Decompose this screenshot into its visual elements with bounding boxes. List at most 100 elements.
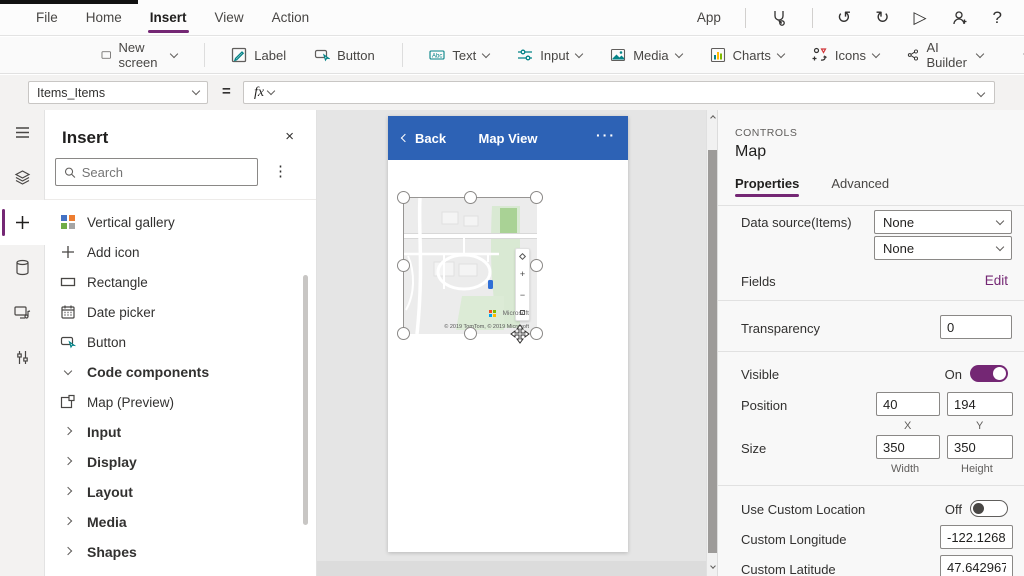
screen-menu-dots-icon[interactable]: ··· — [596, 127, 616, 143]
media-menu[interactable]: Media — [601, 42, 690, 68]
calendar-icon — [59, 303, 77, 321]
search-icon — [64, 166, 76, 179]
menu-home[interactable]: Home — [86, 0, 122, 35]
app-scope-label[interactable]: App — [697, 10, 721, 25]
icons-menu[interactable]: Icons — [803, 42, 888, 68]
data-source-dropdown-1[interactable]: None — [874, 210, 1012, 234]
category-label: Code components — [87, 364, 209, 380]
insert-category-layout[interactable]: Layout — [45, 477, 316, 507]
item-label: Vertical gallery — [87, 215, 175, 230]
button-button[interactable]: Button — [305, 42, 384, 68]
insert-rail-icon[interactable] — [0, 200, 45, 245]
data-source-dropdown-2[interactable]: None — [874, 236, 1012, 260]
divider — [718, 300, 1024, 301]
chevron-down-icon — [996, 242, 1004, 250]
formula-expand-chevron-icon[interactable] — [977, 88, 985, 96]
redo-icon[interactable]: ↻ — [875, 9, 889, 26]
properties-panel: CONTROLS Map Properties Advanced Data so… — [717, 110, 1024, 576]
insert-category-media[interactable]: Media — [45, 507, 316, 537]
charts-menu[interactable]: Charts — [701, 42, 793, 68]
play-preview-icon[interactable]: ▷ — [913, 9, 926, 26]
tab-advanced[interactable]: Advanced — [831, 176, 889, 197]
resize-handle-w[interactable] — [397, 259, 410, 272]
search-input[interactable] — [82, 165, 249, 180]
insert-item-vertical-gallery[interactable]: Vertical gallery — [45, 207, 316, 237]
label-button[interactable]: Label — [222, 42, 295, 68]
close-icon[interactable]: × — [285, 128, 294, 145]
menu-view[interactable]: View — [215, 0, 244, 35]
insert-category-shapes[interactable]: Shapes — [45, 537, 316, 567]
fields-edit-link[interactable]: Edit — [985, 273, 1008, 288]
media-rail-icon[interactable] — [0, 290, 45, 335]
app-checker-icon[interactable] — [770, 9, 788, 27]
size-width-input[interactable] — [876, 435, 940, 459]
insert-item-rectangle[interactable]: Rectangle — [45, 267, 316, 297]
resize-handle-nw[interactable] — [397, 191, 410, 204]
position-x-input[interactable] — [876, 392, 940, 416]
chevron-right-icon — [59, 431, 77, 434]
ai-builder-menu[interactable]: AI Builder — [898, 35, 992, 75]
resize-handle-n[interactable] — [464, 191, 477, 204]
tab-properties[interactable]: Properties — [735, 176, 799, 197]
resize-handle-ne[interactable] — [530, 191, 543, 204]
chevron-down-icon — [872, 49, 880, 57]
formula-input[interactable] — [282, 82, 978, 103]
help-icon[interactable]: ? — [993, 9, 1002, 26]
chevron-down-icon[interactable] — [267, 87, 275, 95]
insert-item-date-picker[interactable]: Date picker — [45, 297, 316, 327]
input-menu[interactable]: Input — [508, 42, 591, 68]
item-label: Button — [87, 335, 126, 350]
size-height-input[interactable] — [947, 435, 1013, 459]
tree-view-icon[interactable] — [0, 155, 45, 200]
resize-handle-s[interactable] — [464, 327, 477, 340]
data-sources-icon[interactable] — [0, 245, 45, 290]
insert-panel-scrollbar[interactable] — [303, 275, 308, 525]
resize-handle-sw[interactable] — [397, 327, 410, 340]
map-zoom-in-icon[interactable]: + — [520, 269, 525, 279]
position-y-input[interactable] — [947, 392, 1013, 416]
advanced-tools-icon[interactable] — [0, 335, 45, 380]
insert-item-map-preview[interactable]: Map (Preview) — [45, 387, 316, 417]
use-custom-location-toggle[interactable] — [970, 500, 1008, 517]
menu-insert[interactable]: Insert — [150, 0, 187, 35]
insert-category-input[interactable]: Input — [45, 417, 316, 447]
insert-item-button[interactable]: Button — [45, 327, 316, 357]
fx-icon[interactable]: fx — [244, 85, 268, 101]
custom-latitude-input[interactable] — [940, 555, 1013, 576]
button-icon — [59, 333, 77, 351]
custom-longitude-input[interactable] — [940, 525, 1013, 549]
item-label: Add icon — [87, 245, 140, 260]
insert-item-add-icon[interactable]: Add icon — [45, 237, 316, 267]
share-person-icon[interactable] — [951, 9, 969, 27]
canvas-horizontal-scrollbar[interactable] — [317, 561, 706, 576]
item-label: Map (Preview) — [87, 395, 174, 410]
undo-icon[interactable]: ↺ — [837, 9, 851, 26]
component-icon — [59, 393, 77, 411]
resize-handle-e[interactable] — [530, 259, 543, 272]
kebab-menu-icon[interactable]: ⋮ — [273, 162, 288, 180]
divider — [45, 199, 316, 200]
controls-section-label: CONTROLS — [735, 127, 797, 139]
map-locate-icon[interactable] — [519, 253, 526, 260]
insert-category-display[interactable]: Display — [45, 447, 316, 477]
menu-action[interactable]: Action — [272, 0, 310, 35]
hamburger-menu-icon[interactable] — [0, 110, 45, 155]
insert-category-code-components[interactable]: Code components — [45, 357, 316, 387]
text-menu[interactable]: Abc Text — [420, 42, 498, 68]
visible-toggle[interactable] — [970, 365, 1008, 382]
item-label: Rectangle — [87, 275, 148, 290]
map-control-selected[interactable]: + − Microsoft © 2019 TomTom, © 2019 Micr… — [403, 197, 536, 333]
app-screen[interactable]: Map View Back ··· — [388, 116, 628, 552]
menu-file[interactable]: File — [36, 0, 58, 35]
transparency-input[interactable] — [940, 315, 1012, 339]
ribbon-overflow-button[interactable] — [1016, 48, 1024, 63]
resize-handle-se[interactable] — [530, 327, 543, 340]
dropdown-value: None — [883, 241, 914, 256]
new-screen-button[interactable]: New screen — [92, 35, 186, 75]
app-screen-header: Map View Back ··· — [388, 116, 628, 160]
canvas-vertical-scrollbar[interactable] — [706, 110, 717, 576]
media-label: Media — [633, 48, 668, 63]
map-zoom-out-icon[interactable]: − — [520, 290, 525, 300]
property-selector[interactable]: Items_Items — [28, 81, 208, 104]
scrollbar-thumb[interactable] — [708, 150, 717, 553]
